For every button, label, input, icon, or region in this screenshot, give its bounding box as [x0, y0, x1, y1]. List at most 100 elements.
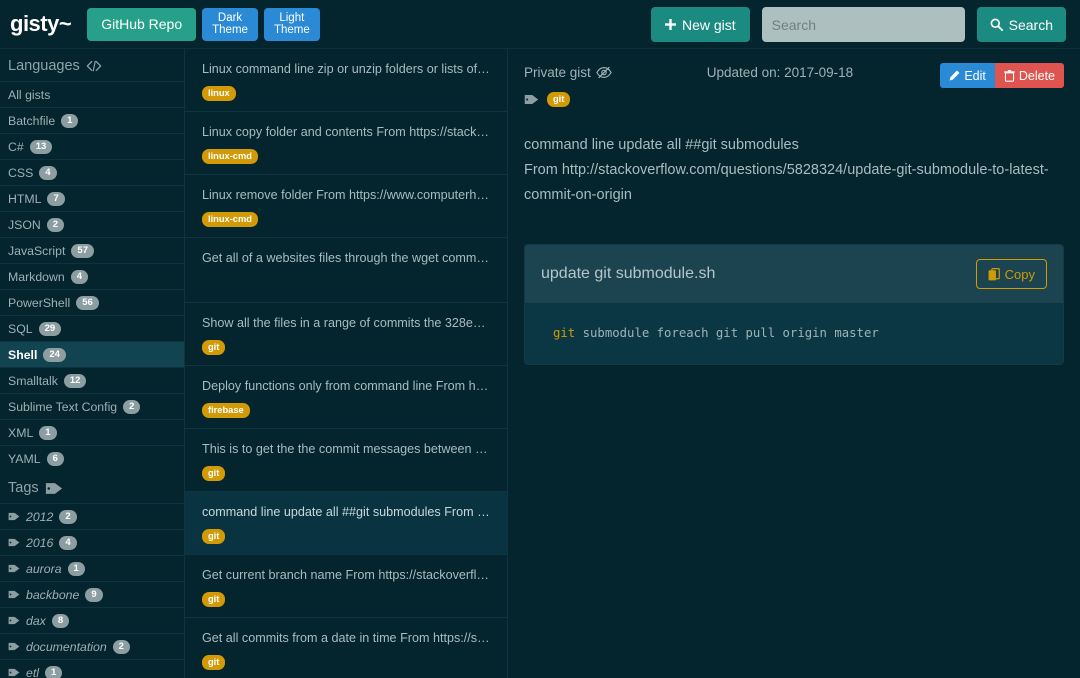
- copy-button[interactable]: Copy: [975, 259, 1047, 289]
- sidebar-tag-item[interactable]: backbone 9: [0, 581, 184, 607]
- sidebar-language-label: Shell: [8, 347, 38, 362]
- pencil-icon: [949, 70, 960, 81]
- languages-list: All gists Batchfile 1 C# 13 CSS 4 HTML 7 JSON 2 Jav…: [0, 81, 184, 471]
- sidebar-language-item[interactable]: Batchfile 1: [0, 107, 184, 133]
- sidebar-tag-item[interactable]: dax 8: [0, 607, 184, 633]
- sidebar-tag-item[interactable]: aurora 1: [0, 555, 184, 581]
- sidebar-language-item[interactable]: XML 1: [0, 419, 184, 445]
- edit-button-label: Edit: [964, 68, 986, 83]
- sidebar-tag-count: 9: [85, 587, 103, 602]
- gist-list-item[interactable]: Show all the files in a range of commits…: [185, 303, 507, 366]
- languages-header-label: Languages: [8, 58, 80, 74]
- delete-button[interactable]: Delete: [994, 63, 1064, 88]
- detail-tag-row: git: [524, 92, 1064, 107]
- gist-list-item-tag[interactable]: git: [202, 655, 226, 670]
- sidebar-language-item[interactable]: SQL 29: [0, 315, 184, 341]
- sidebar-language-item[interactable]: YAML 6: [0, 445, 184, 471]
- sidebar-tag-label: documentation: [26, 639, 107, 654]
- file-card-header: update git submodule.sh Copy: [525, 245, 1063, 304]
- tags-list: 2012 2 2016 4 aurora 1 backbone 9 dax 8 documentat…: [0, 503, 184, 678]
- sidebar-tag-item[interactable]: etl 1: [0, 659, 184, 678]
- tags-header-label: Tags: [8, 480, 39, 496]
- tag-icon: [8, 616, 20, 625]
- sidebar-language-label: CSS: [8, 165, 34, 180]
- detail-tag-pill[interactable]: git: [547, 92, 571, 107]
- sidebar-language-item[interactable]: JSON 2: [0, 211, 184, 237]
- gist-list-item-tag[interactable]: git: [202, 529, 226, 544]
- sidebar-language-item[interactable]: C# 13: [0, 133, 184, 159]
- github-repo-button[interactable]: GitHub Repo: [87, 7, 197, 41]
- sidebar-tag-label: aurora: [26, 561, 62, 576]
- gist-list-item[interactable]: Get all of a websites files through the …: [185, 238, 507, 303]
- sidebar-language-count: 6: [46, 451, 64, 466]
- clipboard-icon: [988, 267, 1000, 281]
- sidebar-language-item[interactable]: Smalltalk 12: [0, 367, 184, 393]
- sidebar-tag-count: 8: [51, 613, 70, 628]
- sidebar-language-count: 2: [46, 217, 65, 232]
- tag-icon: [8, 564, 20, 573]
- sidebar-language-count: 24: [43, 347, 66, 362]
- new-gist-button[interactable]: New gist: [650, 7, 750, 42]
- main-area: Languages All gists Batchfile 1 C# 13 CSS 4 HTM…: [0, 49, 1080, 678]
- sidebar-tag-count: 2: [112, 639, 130, 654]
- tag-icon: [8, 538, 20, 547]
- sidebar: Languages All gists Batchfile 1 C# 13 CSS 4 HTM…: [0, 49, 185, 678]
- sidebar-language-item[interactable]: All gists: [0, 81, 184, 107]
- search-button[interactable]: Search: [976, 7, 1066, 42]
- sidebar-language-count: 4: [39, 165, 57, 180]
- sidebar-language-label: JavaScript: [8, 243, 66, 258]
- gist-list-item-title: Deploy functions only from command line …: [202, 379, 490, 393]
- sidebar-tag-label: 2012: [26, 509, 54, 524]
- sidebar-language-item[interactable]: Markdown 4: [0, 263, 184, 289]
- search-input[interactable]: [761, 7, 965, 42]
- sidebar-tag-item[interactable]: 2016 4: [0, 529, 184, 555]
- sidebar-language-count: 13: [29, 139, 53, 154]
- light-theme-label-1: Light: [279, 12, 305, 24]
- sidebar-language-count: 57: [71, 243, 94, 258]
- sidebar-language-item[interactable]: HTML 7: [0, 185, 184, 211]
- gist-list-item-tag[interactable]: firebase: [202, 403, 250, 418]
- sidebar-tag-item[interactable]: 2012 2: [0, 503, 184, 529]
- gist-list-item-tag[interactable]: git: [202, 466, 226, 481]
- gist-list-item[interactable]: Linux remove folder From https://www.com…: [185, 175, 507, 238]
- gist-list-item[interactable]: Get all commits from a date in time From…: [185, 618, 507, 678]
- gist-list-item-tag[interactable]: linux-cmd: [202, 149, 258, 164]
- gist-list-item-title: Get all commits from a date in time From…: [202, 631, 490, 645]
- sidebar-tag-count: 1: [45, 665, 63, 678]
- sidebar-language-item[interactable]: JavaScript 57: [0, 237, 184, 263]
- sidebar-tag-count: 1: [67, 561, 85, 576]
- sidebar-tag-item[interactable]: documentation 2: [0, 633, 184, 659]
- code-rest: submodule foreach git pull origin master: [575, 326, 879, 340]
- gist-list[interactable]: Linux command line zip or unzip folders …: [185, 49, 508, 678]
- dark-theme-label-1: Dark: [217, 12, 243, 24]
- sidebar-language-item[interactable]: CSS 4: [0, 159, 184, 185]
- sidebar-language-item[interactable]: Sublime Text Config 2: [0, 393, 184, 419]
- sidebar-language-item[interactable]: PowerShell 56: [0, 289, 184, 315]
- sidebar-language-label: C#: [8, 139, 24, 154]
- dark-theme-button[interactable]: Dark Theme: [202, 7, 258, 41]
- search-icon: [990, 18, 1003, 31]
- gist-file-card: update git submodule.sh Copy git submodu…: [524, 244, 1064, 365]
- sidebar-tag-label: etl: [26, 665, 39, 678]
- sidebar-tag-label: dax: [26, 613, 46, 628]
- light-theme-label-2: Theme: [273, 24, 310, 36]
- sidebar-language-count: 1: [61, 113, 79, 128]
- gist-list-item[interactable]: Linux copy folder and contents From http…: [185, 112, 507, 175]
- gist-list-item[interactable]: command line update all ##git submodules…: [185, 492, 507, 555]
- sidebar-language-item[interactable]: Shell 24: [0, 341, 184, 367]
- sidebar-language-label: JSON: [8, 217, 41, 232]
- edit-button[interactable]: Edit: [940, 63, 995, 88]
- sidebar-language-label: XML: [8, 425, 34, 440]
- light-theme-button[interactable]: Light Theme: [263, 7, 320, 41]
- gist-list-item[interactable]: Deploy functions only from command line …: [185, 366, 507, 429]
- gist-list-item-tag[interactable]: linux: [202, 86, 236, 101]
- gist-list-item[interactable]: Get current branch name From https://sta…: [185, 555, 507, 618]
- gist-list-item-tag[interactable]: linux-cmd: [202, 212, 258, 227]
- gist-list-item[interactable]: This is to get the the commit messages b…: [185, 429, 507, 492]
- gist-list-item-tag[interactable]: git: [202, 340, 226, 355]
- gist-list-item-tag[interactable]: git: [202, 592, 226, 607]
- gist-list-item-title: This is to get the the commit messages b…: [202, 442, 490, 456]
- detail-actions: Edit Delete: [940, 63, 1064, 88]
- tag-icon: [8, 512, 20, 521]
- gist-list-item[interactable]: Linux command line zip or unzip folders …: [185, 49, 507, 112]
